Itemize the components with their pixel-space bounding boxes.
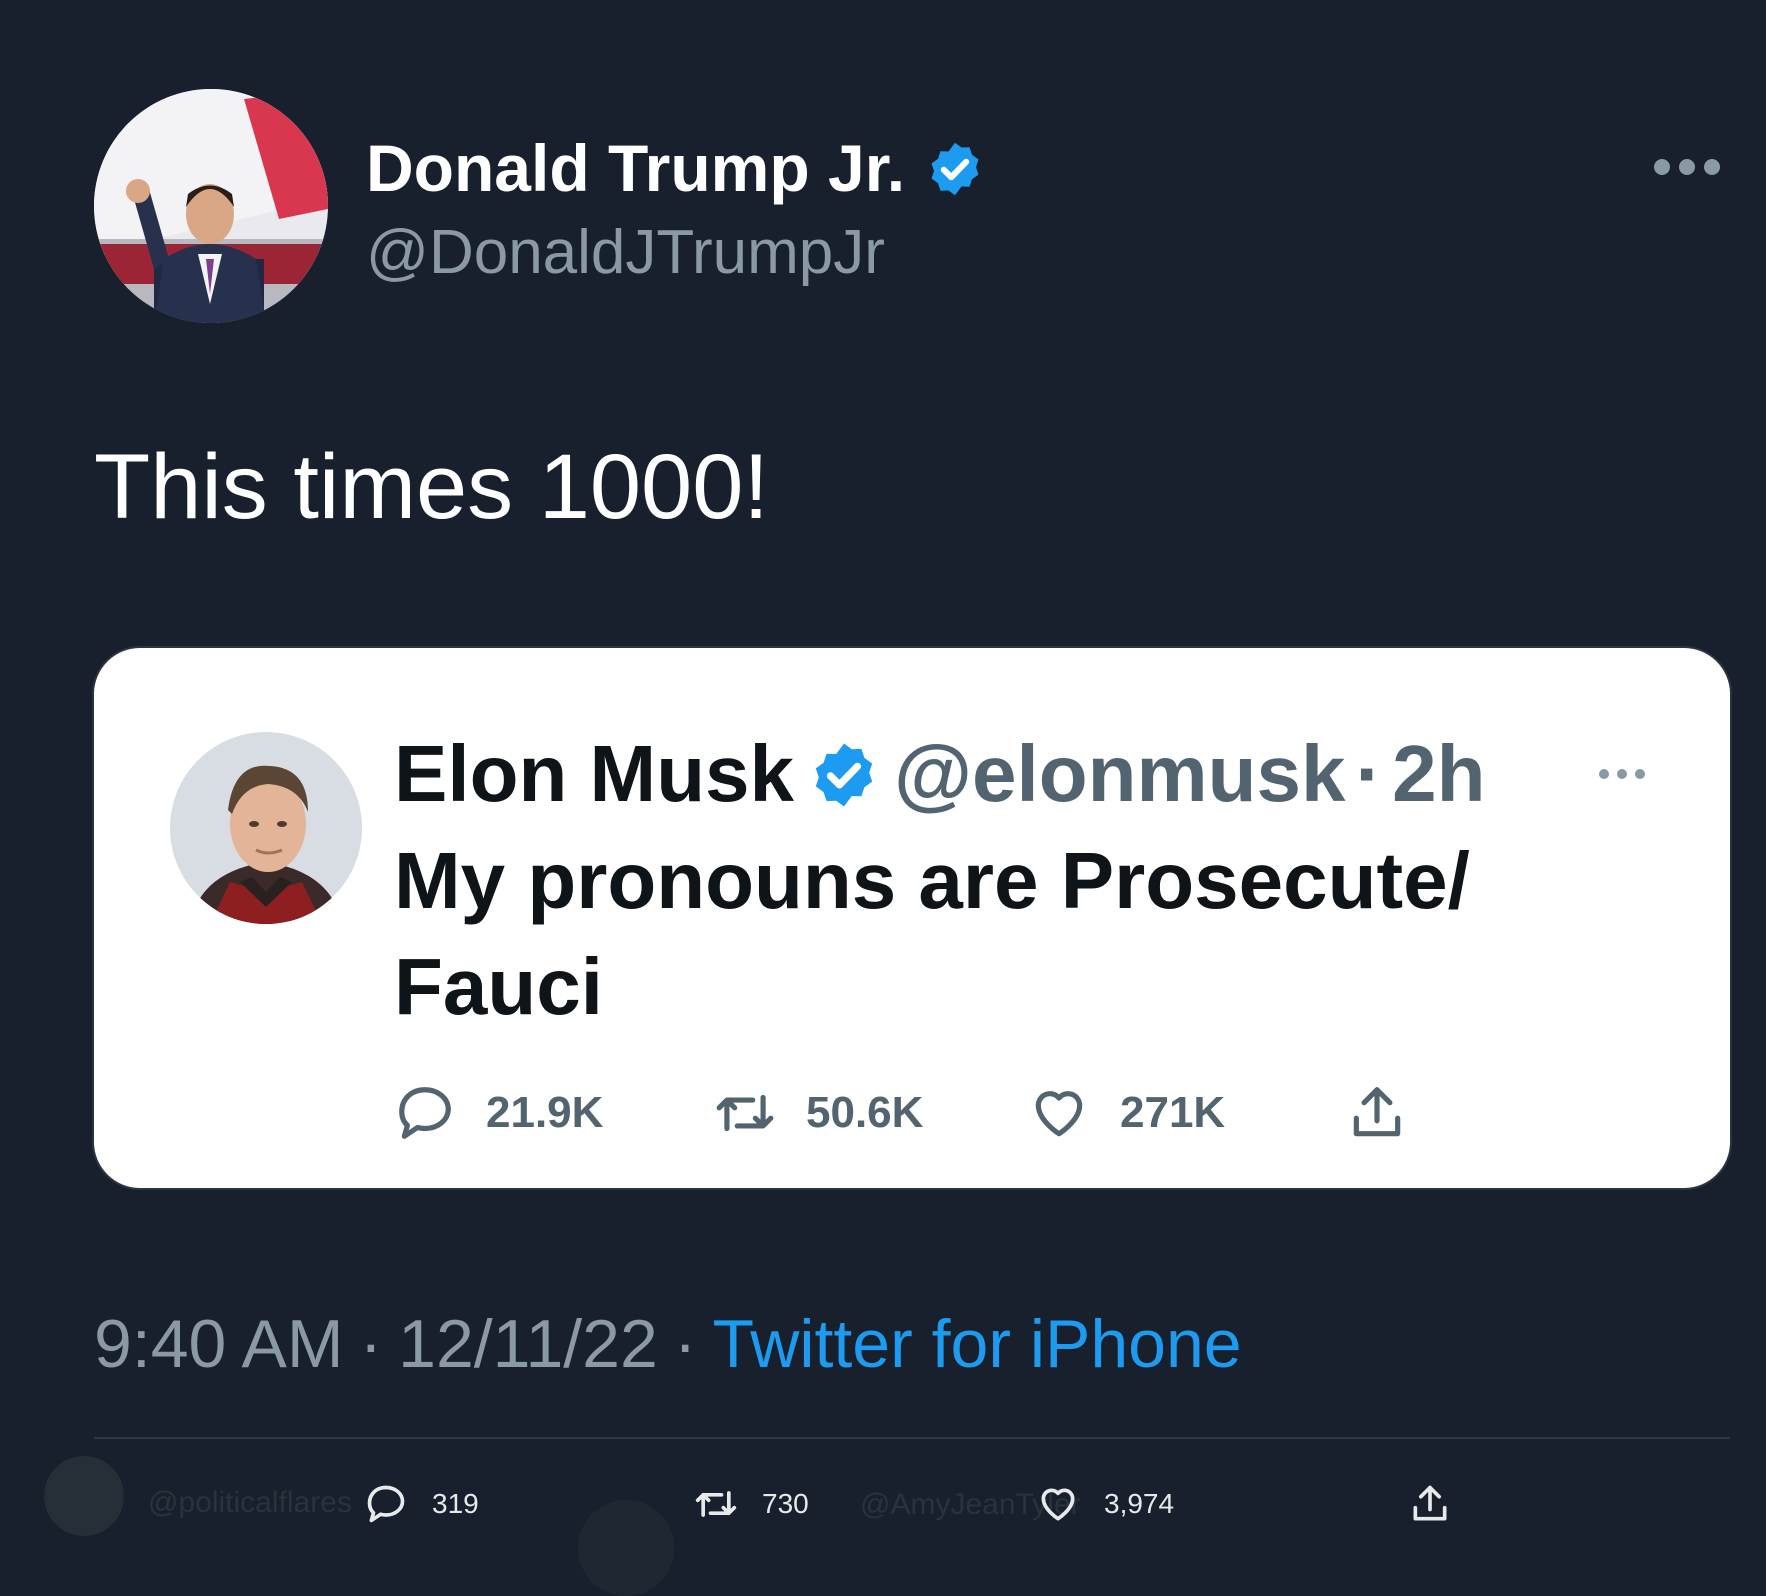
share-icon [1413, 1485, 1447, 1521]
retweet-count: 730 [762, 1488, 809, 1519]
tweet-meta: 9:40 AM · 12/11/22 · Twitter for iPhone [94, 1305, 1242, 1383]
tweet-time[interactable]: 9:40 AM [94, 1306, 344, 1382]
reply-button[interactable]: 319 [364, 1482, 479, 1526]
quoted-retweet-button[interactable]: 50.6K [714, 1082, 923, 1144]
ghost-avatar-2 [578, 1500, 674, 1596]
share-icon [1353, 1087, 1401, 1137]
heart-icon [1035, 1091, 1083, 1137]
quoted-tweet-card[interactable]: Elon Musk @elonmusk · 2h My pronouns are… [94, 648, 1730, 1188]
quoted-verified-badge-icon [808, 738, 880, 810]
retweet-icon [695, 1491, 737, 1517]
author-avatar[interactable] [94, 89, 328, 323]
divider [94, 1437, 1730, 1439]
tweet-source-link[interactable]: Twitter for iPhone [712, 1306, 1241, 1382]
quoted-author-avatar[interactable] [170, 732, 362, 924]
reply-icon [367, 1485, 405, 1523]
quoted-reply-count: 21.9K [486, 1088, 604, 1137]
meta-separator-2: · [673, 1306, 697, 1382]
quoted-tweet-header: Elon Musk @elonmusk · 2h [394, 728, 1486, 820]
quoted-tweet-actions: 21.9K 50.6K 271K [394, 1082, 1594, 1146]
verified-badge-icon [925, 138, 985, 198]
author-name-text[interactable]: Donald Trump Jr. [366, 130, 905, 206]
heart-icon [1041, 1488, 1075, 1521]
quoted-separator: · [1355, 729, 1383, 818]
tweet-text: This times 1000! [94, 436, 769, 538]
tweet-date[interactable]: 12/11/22 [398, 1306, 658, 1382]
quoted-like-count: 271K [1120, 1088, 1226, 1137]
quoted-reply-button[interactable]: 21.9K [394, 1082, 603, 1144]
quoted-retweet-count: 50.6K [806, 1088, 924, 1137]
reply-count: 319 [432, 1488, 479, 1519]
author-name[interactable]: Donald Trump Jr. [366, 130, 985, 206]
ghost-handle: @politicalflares [148, 1486, 352, 1519]
reply-icon [399, 1087, 451, 1139]
quoted-like-button[interactable]: 271K [1028, 1082, 1225, 1144]
quoted-tweet-text: My pronouns are Prosecute/ Fauci [394, 836, 1470, 1031]
author-handle[interactable]: @DonaldJTrumpJr [366, 217, 885, 288]
quoted-timestamp[interactable]: 2h [1392, 728, 1485, 820]
meta-separator: · [359, 1306, 383, 1382]
retweet-icon [716, 1094, 774, 1132]
quoted-share-button[interactable] [1346, 1082, 1438, 1144]
like-count: 3,974 [1104, 1488, 1175, 1519]
like-button[interactable]: 3,974 [1036, 1482, 1174, 1526]
quoted-more-options-icon[interactable] [1596, 766, 1648, 782]
quoted-author-handle[interactable]: @elonmusk [894, 728, 1345, 820]
share-button[interactable] [1408, 1482, 1476, 1526]
retweet-button[interactable]: 730 [694, 1482, 809, 1526]
quoted-author-name[interactable]: Elon Musk [394, 728, 794, 820]
ghost-avatar [44, 1456, 124, 1536]
more-options-icon[interactable] [1652, 156, 1722, 178]
